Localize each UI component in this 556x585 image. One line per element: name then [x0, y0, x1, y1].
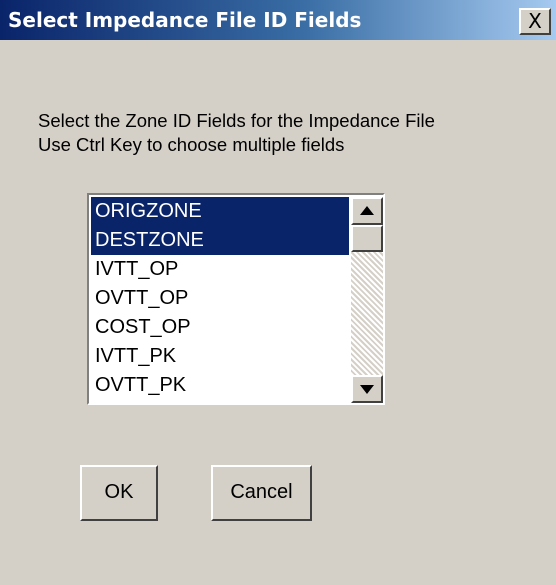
list-item[interactable]: MILES — [91, 400, 349, 403]
arrow-down-icon — [360, 385, 374, 394]
title-bar[interactable]: Select Impedance File ID Fields X — [0, 0, 556, 40]
vertical-scrollbar[interactable] — [351, 197, 383, 403]
list-item[interactable]: IVTT_PK — [91, 342, 349, 371]
dialog-window: Select Impedance File ID Fields X Select… — [0, 0, 556, 585]
fields-list: ORIGZONE DESTZONE IVTT_OP OVTT_OP COST_OP IVT… — [91, 197, 349, 403]
instruction-line-1: Select the Zone ID Fields for the Impeda… — [38, 110, 435, 131]
list-item[interactable]: IVTT_OP — [91, 255, 349, 284]
arrow-up-icon — [360, 206, 374, 215]
list-item[interactable]: OVTT_OP — [91, 284, 349, 313]
close-icon: X — [528, 9, 542, 33]
instruction-line-2: Use Ctrl Key to choose multiple fields — [38, 134, 345, 155]
scroll-down-button[interactable] — [351, 375, 383, 403]
cancel-button[interactable]: Cancel — [211, 465, 312, 521]
ok-button[interactable]: OK — [80, 465, 158, 521]
list-item[interactable]: OVTT_PK — [91, 371, 349, 400]
close-button[interactable]: X — [519, 8, 551, 35]
list-item[interactable]: DESTZONE — [91, 226, 349, 255]
dialog-title: Select Impedance File ID Fields — [8, 8, 362, 32]
list-item[interactable]: ORIGZONE — [91, 197, 349, 226]
list-item[interactable]: COST_OP — [91, 313, 349, 342]
fields-listbox[interactable]: ORIGZONE DESTZONE IVTT_OP OVTT_OP COST_OP IVT… — [87, 193, 385, 405]
scroll-up-button[interactable] — [351, 197, 383, 225]
scrollbar-thumb[interactable] — [351, 225, 383, 252]
